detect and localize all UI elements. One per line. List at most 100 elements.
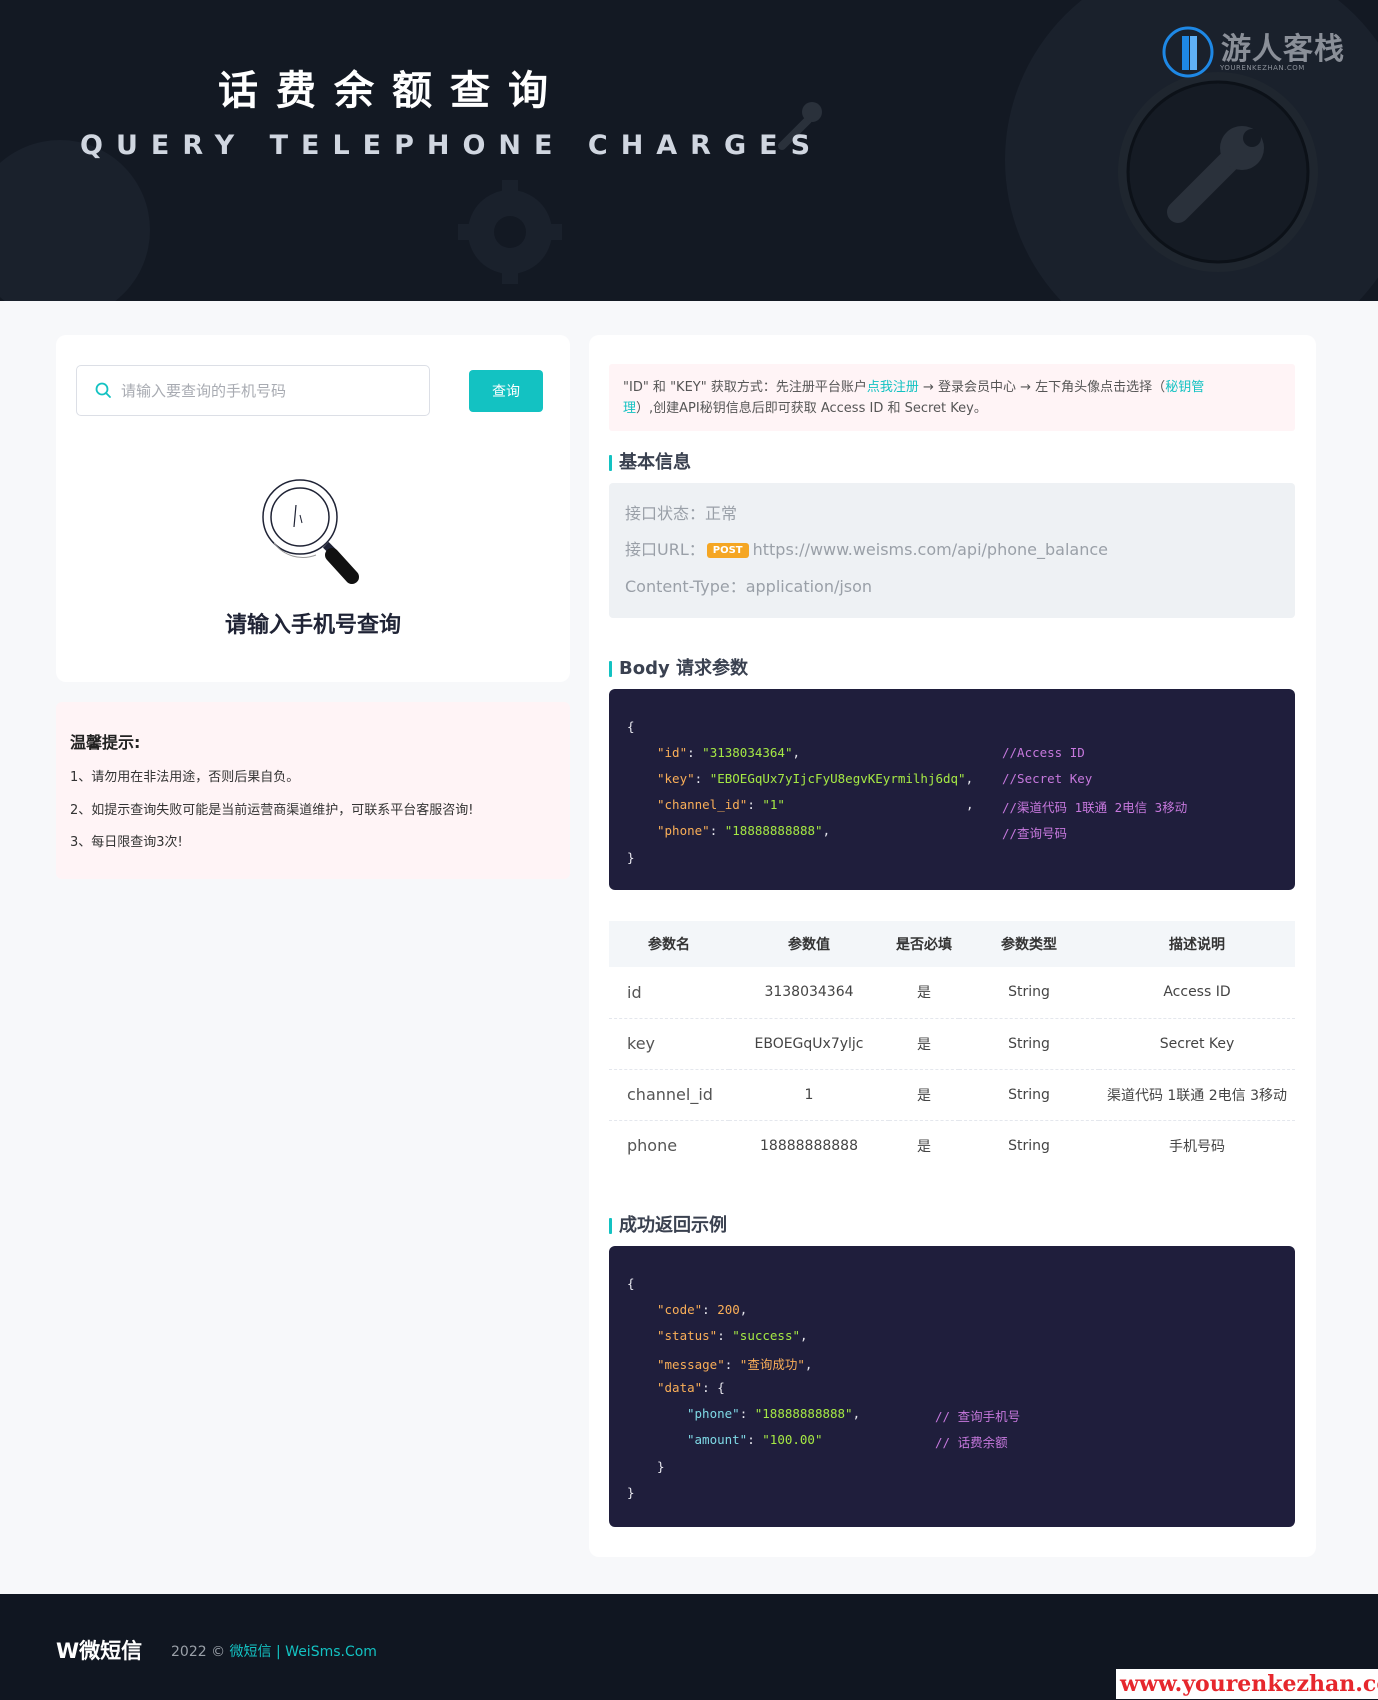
code-value: "18888888888" bbox=[724, 823, 823, 838]
method-badge: POST bbox=[706, 543, 749, 558]
table-cell: String bbox=[959, 1069, 1099, 1121]
table-row: key EBOEGqUx7yljc 是 String Secret Key bbox=[609, 1018, 1295, 1070]
tips-card: 温馨提示: 1、请勿用在非法用途，否则后果自负。 2、如提示查询失败可能是当前运… bbox=[56, 702, 570, 879]
code-key: "amount" bbox=[687, 1432, 748, 1447]
code-key: "id" bbox=[657, 745, 688, 760]
code-punct: , bbox=[792, 745, 801, 760]
search-icon bbox=[95, 382, 111, 398]
basic-info-box: 接口状态：正常 接口URL： POST https://www.weisms.com… bbox=[609, 483, 1295, 618]
table-cell: 1 bbox=[729, 1069, 889, 1121]
table-cell: 是 bbox=[889, 1069, 959, 1121]
query-button[interactable]: 查询 bbox=[469, 370, 543, 412]
column-header: 参数值 bbox=[729, 921, 889, 967]
phone-search-input[interactable] bbox=[121, 376, 421, 406]
list-item: 1、请勿用在非法用途，否则后果自负。 bbox=[70, 770, 300, 785]
list-item: 3、每日限查询3次! bbox=[70, 835, 183, 850]
code-punct: , bbox=[822, 823, 831, 838]
section-title-response: 成功返回示例 bbox=[609, 1215, 727, 1237]
code-punct: , bbox=[966, 797, 974, 812]
code-brace: } bbox=[627, 850, 635, 865]
request-code-block: { "id": "3138034364", //Access ID "key":… bbox=[609, 689, 1295, 890]
interface-status: 接口状态：正常 bbox=[625, 500, 737, 524]
code-brace: } bbox=[627, 1485, 635, 1500]
code-comment: // 话费余额 bbox=[935, 1435, 1008, 1450]
response-code-block: { "code": 200, "status": "success", "mes… bbox=[609, 1246, 1295, 1527]
table-cell: 18888888888 bbox=[760, 1137, 858, 1154]
notice-text: ）,创建API秘钥信息后即可获取 Access ID 和 Secret Key。 bbox=[636, 401, 987, 416]
table-cell: id bbox=[609, 967, 729, 1019]
code-value: "查询成功" bbox=[739, 1357, 805, 1372]
table-cell: 是 bbox=[889, 967, 959, 1019]
code-comment: //Secret Key bbox=[1002, 771, 1093, 786]
table-cell: String bbox=[959, 967, 1099, 1019]
search-card: 查询 请输入手机号查询 bbox=[56, 335, 570, 682]
table-cell: 渠道代码 1联通 2电信 3移动 bbox=[1099, 1069, 1295, 1121]
site-logo[interactable]: 游人客栈 YOURENKEZHAN.COM bbox=[1160, 22, 1356, 82]
code-value: "100.00" bbox=[762, 1432, 823, 1447]
magnifier-empty-icon bbox=[262, 479, 359, 584]
notice-text: "ID" 和 "KEY" 获取方式：先注册平台账户 bbox=[623, 380, 867, 395]
url-value: https://www.weisms.com/api/phone_balance bbox=[752, 540, 1108, 559]
tips-title: 温馨提示: bbox=[70, 733, 141, 752]
code-comment: // 查询手机号 bbox=[935, 1409, 1021, 1424]
code-value: "1" bbox=[762, 797, 785, 812]
interface-url: 接口URL： POST https://www.weisms.com/api/pho… bbox=[625, 536, 1108, 560]
code-comment: //查询号码 bbox=[1002, 826, 1068, 841]
code-key: "phone" bbox=[687, 1406, 740, 1421]
column-header: 是否必填 bbox=[889, 921, 959, 967]
footer-domain-link[interactable]: WeiSms.Com bbox=[285, 1644, 377, 1660]
table-cell: 是 bbox=[889, 1018, 959, 1070]
footer-brand-link[interactable]: 微短信 bbox=[230, 1644, 272, 1660]
page-title: 话费余额查询 bbox=[218, 68, 566, 114]
key-management-link[interactable]: 秘钥管 bbox=[1165, 380, 1204, 395]
table-row: id 3138034364 是 String Access ID bbox=[609, 967, 1295, 1019]
code-punct: , bbox=[965, 771, 974, 786]
table-cell: key bbox=[609, 1018, 729, 1070]
table-cell: 手机号码 bbox=[1169, 1138, 1225, 1155]
footer-copyright: 2022 © 微短信 | WeiSms.Com bbox=[171, 1641, 377, 1661]
table-row: channel_id 1 是 String 渠道代码 1联通 2电信 3移动 bbox=[609, 1069, 1295, 1121]
code-key: "key" bbox=[657, 771, 695, 786]
copyright-year: 2022 © bbox=[171, 1644, 226, 1660]
logo-domain: YOURENKEZHAN.COM bbox=[1220, 64, 1305, 72]
footer-brand-logo[interactable]: W微短信 bbox=[56, 1635, 142, 1665]
code-key: "code" bbox=[657, 1302, 703, 1317]
code-line: "id": "3138034364", bbox=[657, 745, 801, 760]
tips-list: 1、请勿用在非法用途，否则后果自负。 2、如提示查询失败可能是当前运营商渠道维护… bbox=[70, 768, 473, 866]
table-cell: phone bbox=[627, 1136, 678, 1156]
code-key: "status" bbox=[657, 1328, 718, 1343]
register-link[interactable]: 点我注册 bbox=[867, 380, 919, 395]
column-header: 描述说明 bbox=[1099, 921, 1295, 967]
code-value: "EBOEGqUx7yIjcFyU8egvKEyrmilhj6dq" bbox=[709, 771, 966, 786]
code-comment: //渠道代码 1联通 2电信 3移动 bbox=[1002, 800, 1188, 815]
code-key: "message" bbox=[657, 1357, 725, 1372]
page-subtitle: QUERY TELEPHONE CHARGES bbox=[80, 130, 824, 161]
code-line: "amount": "100.00" bbox=[687, 1432, 823, 1447]
params-table: 参数名 参数值 是否必填 参数类型 描述说明 id 3138034364 是 S… bbox=[609, 921, 1295, 1171]
section-title-basic-info: 基本信息 bbox=[609, 452, 691, 474]
list-item: 2、如提示查询失败可能是当前运营商渠道维护，可联系平台客服咨询! bbox=[70, 802, 474, 818]
code-brace: { bbox=[627, 1276, 635, 1291]
code-comment: //Access ID bbox=[1002, 745, 1085, 760]
notice-text: → 登录会员中心 → 左下角头像点击选择（ bbox=[918, 380, 1166, 395]
site-watermark: www.yourenkezhan.com bbox=[1116, 1669, 1378, 1699]
table-cell: String bbox=[1008, 1137, 1050, 1154]
column-header: 参数名 bbox=[609, 921, 729, 967]
table-cell: Access ID bbox=[1099, 967, 1295, 1019]
code-key: "data" bbox=[657, 1380, 703, 1395]
code-value: "success" bbox=[732, 1328, 801, 1343]
logo-name: 游人客栈 bbox=[1221, 32, 1345, 67]
code-brace: { bbox=[627, 719, 635, 734]
code-key: "channel_id" bbox=[657, 797, 748, 812]
content-type: Content-Type：application/json bbox=[625, 573, 872, 597]
content-type-label: Content-Type： bbox=[625, 577, 746, 596]
empty-state-text: 请输入手机号查询 bbox=[224, 613, 401, 638]
table-cell: EBOEGqUx7yljc bbox=[729, 1018, 889, 1070]
content-type-value: application/json bbox=[745, 577, 873, 596]
key-management-link[interactable]: 理 bbox=[623, 401, 636, 416]
search-box[interactable] bbox=[76, 365, 430, 416]
table-cell: Secret Key bbox=[1099, 1018, 1295, 1070]
code-brace: } bbox=[657, 1459, 665, 1474]
column-header: 参数类型 bbox=[959, 921, 1099, 967]
section-title-body-params: Body 请求参数 bbox=[609, 658, 748, 680]
